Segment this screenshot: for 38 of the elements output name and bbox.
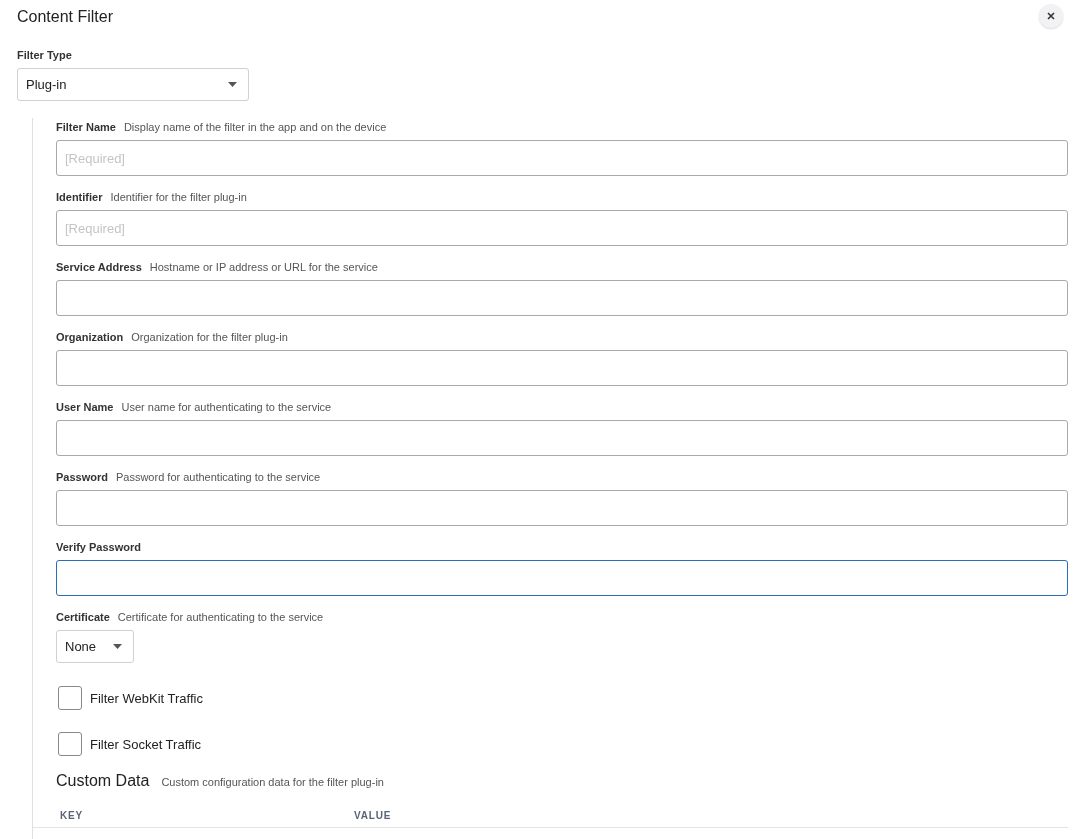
text-field[interactable]: [Required] [56,210,1068,246]
field-label: Identifier [56,190,103,204]
field-label: Service Address [56,260,142,274]
checkbox[interactable] [58,732,82,756]
column-header: VALUE [354,810,392,821]
text-field[interactable]: [Required] [56,140,1068,176]
text-field[interactable] [56,420,1068,456]
field-hint: User name for authenticating to the service [121,400,332,414]
caret-icon [113,644,122,649]
field-label: Verify Password [56,540,141,554]
filter-type-select[interactable]: Plug-in [17,68,249,101]
checkbox[interactable] [58,686,82,710]
field-hint: Display name of the filter in the app and on the device [123,120,387,134]
field-label: Filter Name [56,120,116,134]
checkbox-label: Filter Socket Traffic [90,736,201,752]
close-icon [1047,12,1055,20]
field-label: Filter Type [17,48,72,62]
close-button[interactable] [1039,4,1063,28]
field-hint: Password for authenticating to the service [115,470,321,484]
certificate-select[interactable]: None [56,630,134,663]
field-hint: Organization for the filter plug-in [131,330,288,344]
dialog-title: Content Filter [17,7,114,27]
checkbox-label: Filter WebKit Traffic [90,690,203,706]
text-field[interactable] [56,280,1068,316]
text-field[interactable] [56,350,1068,386]
column-header: KEY [60,810,84,821]
field-label: Certificate [56,610,110,624]
section-hint: Custom configuration data for the filter plug-in [161,775,384,789]
field-label: User Name [56,400,114,414]
text-field[interactable] [56,560,1068,596]
field-hint: Hostname or IP address or URL for the service [149,260,378,274]
field-hint: Certificate for authenticating to the service [117,610,324,624]
field-label: Password [56,470,108,484]
caret-icon [228,82,237,87]
field-label: Organization [56,330,124,344]
field-hint: Identifier for the filter plug-in [110,190,247,204]
section-title: Custom Data [56,772,150,790]
text-field[interactable] [56,490,1068,526]
